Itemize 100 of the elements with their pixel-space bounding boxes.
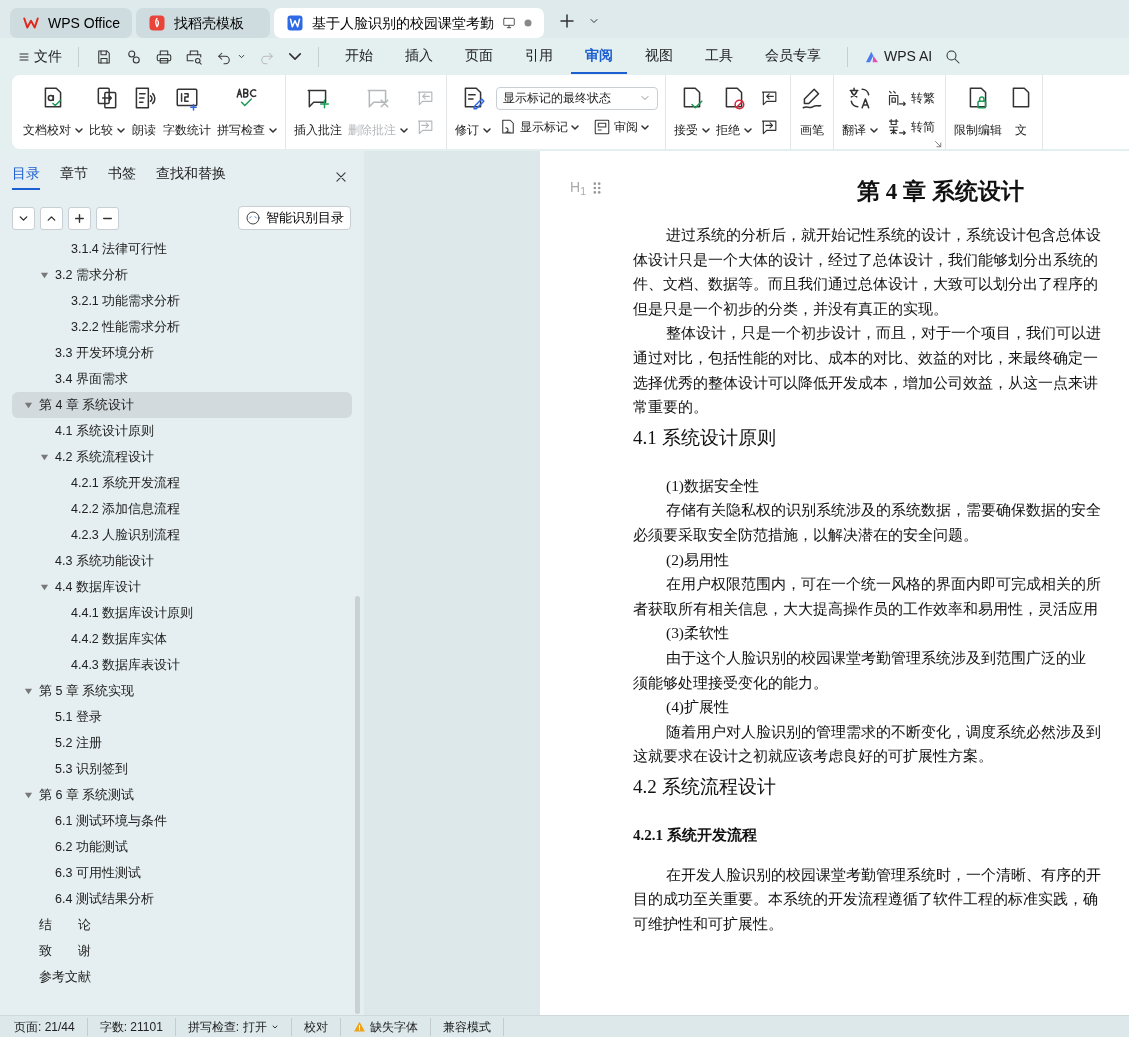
paragraph: 整体设计，只是一个初步设计，而且，对于一个项目，我们可以进 通过对比，包括性能的对比、成本的对比、效益的对比，来最终确定一 选择优秀的整体设计可以降低开发成本，增加公司效益，从这一点来讲 常重要的。	[633, 323, 1102, 418]
paragraph: 在开发人脸识别的校园课堂考勤管理系统时，一个清晰、有序的开 目的成功至关重要。本系统的开发流程遵循了软件工程的标准实践，确 可维护性和可扩展性。	[633, 864, 1102, 935]
outline-item[interactable]: 4.2.3 人脸识别流程	[12, 522, 352, 548]
panel-tab[interactable]: 章节	[60, 163, 88, 190]
list-item-text: (3)柔软性	[665, 623, 730, 644]
outline-item[interactable]: 第 6 章 系统测试	[12, 782, 352, 808]
dialog-launcher-button[interactable]	[934, 140, 943, 149]
menu-tab[interactable]: 会员专享	[751, 39, 835, 74]
ribbon-button[interactable]: 翻译	[839, 79, 881, 145]
outline-item[interactable]: 3.3 开发环境分析	[12, 340, 352, 366]
section-heading: 4.1 系统设计原则	[633, 425, 777, 450]
character-convert-icon	[886, 116, 908, 137]
status-button[interactable]: 缺失字体	[340, 1017, 431, 1036]
status-text: 页面: 21/44	[10, 1017, 88, 1036]
list-item-text: (4)扩展性	[665, 697, 730, 718]
panel-tab[interactable]: 目录	[12, 163, 40, 190]
menu-tab[interactable]: 视图	[631, 39, 687, 74]
outline-item[interactable]: 5.1 登录	[12, 704, 352, 730]
outline-item[interactable]: 3.2 需求分析	[12, 262, 352, 288]
paragraph: 存储有关隐私权的识别系统涉及的系统数据，需要确保数据的安全 必须要采取安全防范措施，以解决潜在的安全问题。	[633, 500, 1102, 545]
flame-logo-icon	[148, 14, 167, 32]
plus-icon	[73, 211, 86, 225]
chapter-title: 第 4 章 系统设计	[857, 178, 1025, 205]
outline-item[interactable]: 第 5 章 系统实现	[12, 678, 352, 704]
document-logo-icon	[286, 14, 305, 32]
ribbon-button[interactable]: 修订	[452, 79, 494, 145]
panel-tab[interactable]: 书签	[108, 163, 136, 190]
menu-tab[interactable]: 引用	[511, 39, 567, 74]
ribbon-button[interactable]: 字数统计	[160, 79, 214, 145]
menu-tab[interactable]: 工具	[691, 39, 747, 74]
scrollbar[interactable]	[355, 596, 360, 1014]
ribbon-button[interactable]: 拒绝	[713, 79, 755, 145]
outline-item[interactable]: 6.3 可用性测试	[12, 860, 352, 886]
outline-item[interactable]: 5.3 识别签到	[12, 756, 352, 782]
outline-item[interactable]: 3.2.2 性能需求分析	[12, 314, 352, 340]
ai-button[interactable]: WPS AI	[860, 44, 937, 69]
list-item-text: (1)数据安全性	[665, 475, 760, 496]
outline-item[interactable]: 4.1 系统设计原则	[12, 418, 352, 444]
status-button[interactable]: 拼写检查: 打开	[175, 1017, 292, 1036]
section-heading: 4.2 系统流程设计	[633, 774, 777, 799]
window-tab[interactable]: 基于人脸识别的校园课堂考勤	[274, 8, 545, 38]
ribbon-button[interactable]: 朗读	[128, 79, 160, 145]
paragraph: 由于这个人脸识别的校园课堂考勤管理系统涉及到范围广泛的业 须能够处理接受变化的能力。	[633, 647, 1087, 693]
outline-item[interactable]: 6.4 测试结果分析	[12, 886, 352, 912]
warning-icon	[352, 1020, 366, 1033]
panel-tab[interactable]: 查找和替换	[156, 163, 226, 190]
ribbon-button[interactable]: 限制编辑	[951, 79, 1005, 145]
ribbon-small-button[interactable]: 转简	[883, 115, 938, 138]
caret-icon	[237, 52, 246, 61]
outline-item[interactable]: 4.4 数据库设计	[12, 574, 352, 600]
outline-item[interactable]: 4.2.2 添加信息流程	[12, 496, 352, 522]
outline-tool-button[interactable]	[68, 206, 91, 230]
outline-item[interactable]: 参考文献	[12, 964, 352, 990]
status-text: 字数: 21101	[87, 1017, 176, 1036]
window-tab[interactable]: 找稻壳模板	[136, 8, 271, 38]
display-mode-select[interactable]: 显示标记的最终状态	[496, 86, 658, 110]
paragraph: 随着用户对人脸识别的管理需求的不断变化，调度系统必然涉及到 这就要求在设计之初就应该考虑良好的可扩展性方案。	[633, 721, 1102, 767]
ribbon-button[interactable]: 画笔	[796, 79, 828, 145]
paragraph: 进过系统的分析后，就开始记性系统的设计，系统设计包含总体设 体设计只是一个大体的设计，经过了总体设计，我们能够划分出系统的 件、文档、数据等。而且我们通过总体设计，大致可以划分出了程序的 但是只是一个初步的分类，并没有真正的实现。	[633, 225, 1102, 319]
outline-item[interactable]: 4.2.1 系统开发流程	[12, 470, 352, 496]
ribbon-small-button[interactable]: 转繁	[883, 86, 938, 109]
menu-tab[interactable]: 开始	[331, 39, 387, 74]
ribbon-button[interactable]: 拼写检查	[214, 79, 280, 145]
file-menu-button[interactable]: 文件	[14, 44, 66, 69]
window-tab[interactable]: WPS Office	[10, 8, 133, 38]
ribbon-button[interactable]: 比较	[86, 79, 128, 145]
outline-item[interactable]: 结 论	[12, 912, 352, 938]
drag-handle-icon	[591, 180, 602, 195]
menu-tab[interactable]: 插入	[391, 39, 447, 74]
smart-icon	[245, 210, 261, 226]
status-text: 兼容模式	[430, 1017, 504, 1036]
outline-item[interactable]: 4.2 系统流程设计	[12, 444, 352, 470]
ribbon-small-button[interactable]: 审阅	[590, 117, 652, 138]
ribbon-button[interactable]: 插入批注	[291, 79, 345, 145]
outline-item[interactable]: 第 4 章 系统设计	[12, 392, 352, 418]
outline-item[interactable]: 4.4.2 数据库实体	[12, 626, 352, 652]
outline-item[interactable]: 3.1.4 法律可行性	[12, 236, 352, 262]
ribbon-button[interactable]: 接受	[671, 79, 713, 145]
ribbon-button[interactable]: 文档校对	[20, 79, 86, 145]
outline-item[interactable]: 3.4 界面需求	[12, 366, 352, 392]
smart-toc-button[interactable]: 智能识别目录	[238, 206, 351, 230]
ribbon-button[interactable]: 文	[1005, 79, 1037, 145]
menu-tab[interactable]: 页面	[451, 39, 507, 74]
monitor-icon	[502, 16, 517, 30]
outline-item[interactable]: 6.1 测试环境与条件	[12, 808, 352, 834]
menu-icon	[18, 50, 30, 63]
outline-item[interactable]: 3.2.1 功能需求分析	[12, 288, 352, 314]
outline-item[interactable]: 致 谢	[12, 938, 352, 964]
outline-item[interactable]: 4.4.3 数据库表设计	[12, 652, 352, 678]
status-text: 校对	[291, 1017, 341, 1036]
outline-item[interactable]: 5.2 注册	[12, 730, 352, 756]
outline-item[interactable]: 4.3 系统功能设计	[12, 548, 352, 574]
markup-icon	[499, 118, 517, 137]
subsection-heading: 4.2.1 系统开发流程	[633, 825, 758, 845]
paragraph: 在用户权限范围内，可在一个统一风格的界面内即可完成相关的所 者获取所有相关信息，大大提高操作员的工作效率和易用性，灵活应用	[633, 574, 1102, 619]
plus-icon	[558, 12, 577, 30]
ribbon-small-button[interactable]: 显示标记	[496, 117, 582, 138]
outline-item[interactable]: 6.2 功能测试	[12, 834, 352, 860]
close-icon	[334, 169, 348, 184]
outline-item[interactable]: 4.4.1 数据库设计原则	[12, 600, 352, 626]
